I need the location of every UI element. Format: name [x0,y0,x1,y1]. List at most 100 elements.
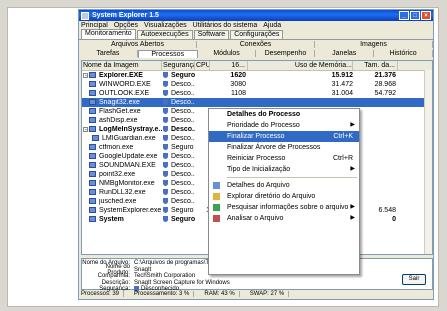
tab-historico[interactable]: Histórico [374,50,433,57]
tree-toggle-icon[interactable]: - [83,126,88,132]
tab-imagens[interactable]: Imagens [315,41,433,48]
table-row[interactable]: Snagit32.exe Desco... [82,98,432,107]
table-row[interactable]: - Explorer.EXE Seguro 1620 15.912 21.376 [82,71,432,80]
process-name-text: NMBgMonitor.exe [99,180,155,187]
column-header-cpu[interactable]: CPU [195,61,210,70]
submenu-arrow-icon: ▶ [350,215,355,221]
description-label: Descrição: [101,279,130,286]
close-button[interactable]: × [421,11,431,20]
process-name-text: SystemExplorer.exe [99,207,162,214]
menu-opcoes[interactable]: Opções [114,22,138,29]
security-text: Desco... [171,99,195,106]
process-memory: 31.472 [331,81,353,88]
tab-modulos[interactable]: Módulos [198,50,257,57]
context-menu-item[interactable]: Explorar diretório do Arquivo [209,191,359,202]
context-menu: Detalhes do Processo Prioridade do Proce… [208,108,360,275]
column-header-security[interactable]: Segurança [162,61,195,70]
tab-tarefas[interactable]: Tarefas [79,50,138,57]
tab-autoexecucoes[interactable]: Autoexecuções [136,30,193,39]
table-row[interactable]: OUTLOOK.EXE Desco... 1108 31.004 54.792 [82,89,432,98]
context-menu-label: Analisar o Arquivo [227,215,284,222]
context-menu-item[interactable]: Detalhes do Arquivo [209,180,359,191]
column-header-pid[interactable]: 16... [210,61,248,70]
menu-item-icon [213,204,220,211]
process-name: NMBgMonitor.exe [82,180,162,187]
process-security: Desco... [162,162,195,169]
minimize-button[interactable]: _ [399,11,409,20]
menu-principal[interactable]: Principal [81,22,108,29]
column-header-name[interactable]: Nome da Imagem [82,61,162,70]
context-menu-item[interactable]: Finalizar Processo Ctrl+K [209,131,359,142]
process-icon [89,72,96,79]
process-name-text: FlashGet.exe [99,108,141,115]
process-name: SOUNDMAN.EXE [82,162,162,169]
security-text: Desco... [171,162,195,169]
process-icon [89,198,96,205]
process-icon [89,99,96,106]
process-name-text: RunDLL32.exe [99,189,146,196]
process-name-text: LogMeInSystray.e... [99,126,162,133]
context-menu-item[interactable]: Reiniciar Processo Ctrl+R [209,153,359,164]
process-security: Desco... [162,108,195,115]
context-menu-label: Prioridade do Processo [227,122,300,129]
process-name: Snagit32.exe [82,99,162,106]
tab-arquivos-abertos[interactable]: Arquivos Abertos [79,41,197,48]
process-name: SystemExplorer.exe [82,207,162,214]
column-header-memory[interactable]: Uso de Memória... [248,61,353,70]
process-security: Seguro [162,72,195,79]
menu-utilitarios[interactable]: Utilitários do sistema [193,22,258,29]
window-title: System Explorer 1.5 [92,12,159,19]
shield-icon [163,198,168,205]
security-text: Desco... [171,126,195,133]
process-name: RunDLL32.exe [82,189,162,196]
process-icon [89,153,96,160]
process-icon [89,144,96,151]
tab-configuracoes[interactable]: Configurações [230,30,284,39]
maximize-button[interactable]: □ [410,11,420,20]
process-icon [89,171,96,178]
context-menu-item[interactable]: Finalizar Árvore de Processos [209,142,359,153]
process-name: GoogleUpdate.exe [82,153,162,160]
shield-icon [163,189,168,196]
table-row[interactable]: WINWORD.EXE Desco... 3080 31.472 28.968 [82,80,432,89]
tab-monitoramento[interactable]: Monitoramento [81,29,136,39]
context-menu-item[interactable]: Pesquisar informações sobre o arquivo ▶ [209,202,359,213]
security-text: Desco... [171,108,195,115]
context-menu-label: Detalhes do Arquivo [227,182,290,189]
process-name-text: ashDisp.exe [99,117,138,124]
process-memory: 15.912 [331,72,353,79]
process-name-text: Snagit32.exe [99,99,140,106]
tab-desempenho[interactable]: Desempenho [256,50,316,57]
company-value: TechSmith Corporation [134,273,196,280]
tab-conexoes[interactable]: Conexões [197,41,315,48]
process-name-text: Explorer.EXE [99,72,143,79]
security-text: Desco... [171,135,195,142]
status-cpu: Processamento: 3 % [134,290,195,297]
context-menu-item[interactable]: Analisar o Arquivo ▶ [209,213,359,224]
security-text: Desco... [171,81,195,88]
menu-visualizacoes[interactable]: Visualizações [144,22,187,29]
context-menu-header[interactable]: Detalhes do Processo [209,109,359,120]
shield-icon [163,144,168,151]
submenu-arrow-icon: ▶ [350,122,355,128]
process-name: ashDisp.exe [82,117,162,124]
context-menu-label: Explorar diretório do Arquivo [227,193,316,200]
vertical-scrollbar[interactable] [424,70,432,254]
tree-toggle-icon[interactable]: - [83,72,88,78]
shield-icon [163,90,168,97]
process-icon [89,108,96,115]
tab-processos[interactable]: Processos [137,49,198,58]
process-security: Seguro [162,144,195,151]
process-name-text: WINWORD.EXE [99,81,151,88]
column-header-size[interactable]: Tam. da... [353,61,398,70]
process-name: - Explorer.EXE [82,72,162,79]
menu-ajuda[interactable]: Ajuda [263,22,281,29]
context-menu-item[interactable]: Tipo de Inicialização ▶ [209,164,359,175]
process-name-text: OUTLOOK.EXE [99,90,150,97]
context-menu-label: Finalizar Processo [227,133,285,140]
exit-button[interactable]: Sair [402,274,426,285]
tab-janelas[interactable]: Janelas [315,50,375,57]
context-menu-item[interactable]: Prioridade do Processo ▶ [209,120,359,131]
shield-icon [163,135,168,142]
tab-software[interactable]: Software [193,30,230,39]
